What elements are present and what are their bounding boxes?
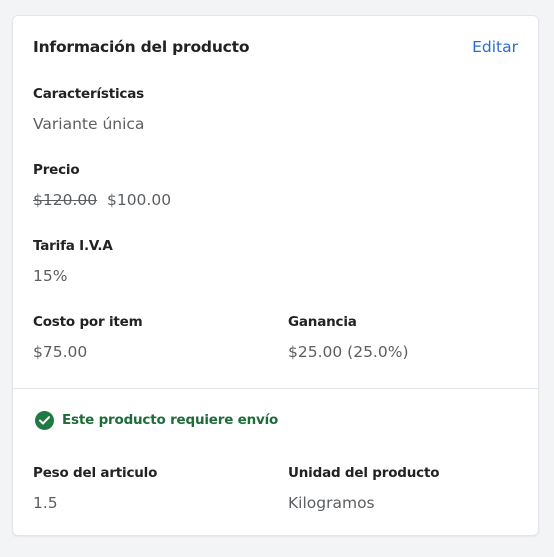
unit-label: Unidad del producto — [288, 465, 440, 481]
edit-link[interactable]: Editar — [472, 38, 518, 56]
card-header: Información del producto Editar — [33, 38, 518, 60]
unit-value: Kilogramos — [288, 494, 375, 512]
price-value: $120.00 $100.00 — [33, 191, 171, 209]
card-title: Información del producto — [33, 38, 250, 56]
profit-label: Ganancia — [288, 314, 357, 330]
features-value: Variante única — [33, 115, 145, 133]
compare-at-price: $120.00 — [33, 191, 98, 209]
price-label: Precio — [33, 162, 80, 178]
tax-value: 15% — [33, 267, 68, 285]
check-circle-icon — [35, 411, 54, 430]
weight-label: Peso del articulo — [33, 465, 158, 481]
shipping-status-text: Este producto requiere envío — [62, 412, 279, 428]
section-divider — [13, 388, 538, 389]
tax-label: Tarifa I.V.A — [33, 238, 113, 254]
cost-label: Costo por item — [33, 314, 143, 330]
product-info-card: Información del producto Editar Caracter… — [12, 15, 539, 536]
weight-value: 1.5 — [33, 494, 58, 512]
current-price: $100.00 — [106, 191, 172, 209]
cost-value: $75.00 — [33, 343, 88, 361]
profit-value: $25.00 (25.0%) — [288, 343, 409, 361]
features-label: Características — [33, 86, 144, 102]
